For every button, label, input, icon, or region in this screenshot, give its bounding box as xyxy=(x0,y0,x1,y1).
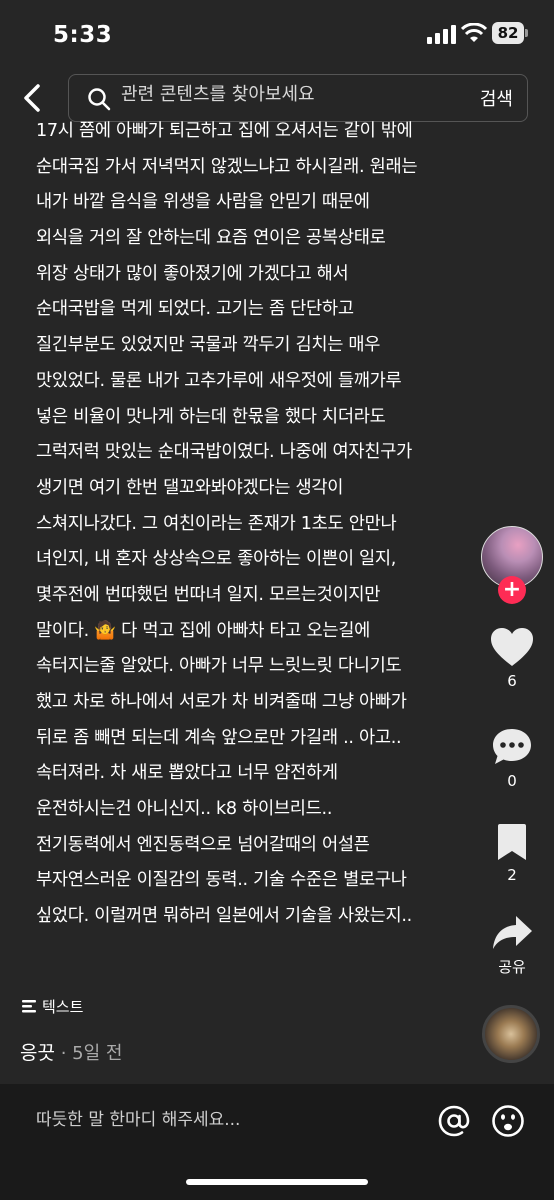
caption-line: 순대국밥을 먹게 되었다. 고기는 좀 단단하고 xyxy=(36,299,354,320)
caption-line: 했고 차로 하나에서 서로가 차 비켜줄때 그냥 아빠가 xyxy=(36,692,407,712)
search-icon xyxy=(88,88,111,111)
caption-line: 뒤로 좀 빼면 되는데 계속 앞으로만 가길래 .. 아고.. xyxy=(36,727,402,748)
status-time: 5:33 xyxy=(53,22,113,48)
caption-line: 넣은 비율이 맛나게 하는데 한몫을 했다 치더라도 xyxy=(36,406,386,427)
music-disc[interactable] xyxy=(482,1005,540,1063)
share-button[interactable]: 공유 xyxy=(478,914,546,977)
comment-bar xyxy=(0,1084,554,1160)
caption-line: 녀인지, 내 혼자 상상속으로 좋아하는 이쁜이 일지, xyxy=(36,549,397,570)
wifi-icon xyxy=(461,23,487,42)
mention-at-icon[interactable] xyxy=(437,1104,471,1138)
emoji-icon[interactable] xyxy=(491,1104,525,1138)
author-name[interactable]: 응끗 xyxy=(20,1042,55,1064)
post-type-label: 텍스트 xyxy=(42,998,84,1016)
bookmark-icon xyxy=(498,824,526,860)
cellular-signal-icon xyxy=(427,25,456,44)
caption-line: 내가 바깥 음식을 위생을 사람을 안믿기 때문에 xyxy=(36,192,370,213)
caption-line: 부자연스러운 이질감의 동력.. 기술 수준은 별로구나 xyxy=(36,870,407,891)
like-button[interactable]: 6 xyxy=(478,626,546,690)
caption-line: 17시 쯤에 아빠가 퇴근하고 집에 오셔서는 같이 밖에 xyxy=(36,121,413,141)
post-time: · 5일 전 xyxy=(54,1043,123,1064)
caption-line: 생기면 여기 한번 댈꼬와봐야겠다는 생각이 xyxy=(36,477,344,498)
caption-line: 운전하시는건 아니신지.. k8 하이브리드.. xyxy=(36,799,333,820)
caption-line: 전기동력에서 엔진동력으로 넘어갈때의 어설픈 xyxy=(36,834,370,855)
caption-line: 위장 상태가 많이 좋아졌기에 가겠다고 해서 xyxy=(36,263,349,284)
caption-line: 그럭저럭 맛있는 순대국밥이였다. 나중에 여자친구가 xyxy=(36,442,412,463)
caption-line: 스쳐지나갔다. 그 여친이라는 존재가 1초도 안만나 xyxy=(36,513,397,534)
caption-line: 순대국집 가서 저녁먹지 않겠느냐고 하시길래. 원래는 xyxy=(36,156,418,177)
caption-line: 속터져라. 차 새로 뽑았다고 너무 얌전하게 xyxy=(36,763,338,784)
caption-line: 외식을 거의 잘 안하는데 요즘 연이은 공복상태로 xyxy=(36,228,386,249)
bookmark-button[interactable]: 2 xyxy=(478,822,546,884)
caption-line: 몇주전에 번따했던 번따녀 일지. 모르는것이지만 xyxy=(36,584,381,605)
back-arrow-icon[interactable] xyxy=(18,82,48,114)
comment-bubble-icon xyxy=(493,729,531,764)
post-type-tag: 텍스트 xyxy=(22,996,83,1017)
follow-button[interactable]: + xyxy=(498,576,526,604)
heart-icon xyxy=(491,628,533,666)
like-count: 6 xyxy=(507,672,517,690)
status-bar: 5:33 82 xyxy=(0,0,554,70)
share-arrow-icon xyxy=(493,916,532,949)
home-indicator[interactable] xyxy=(186,1179,368,1185)
caption-line: 말이다. 🤷 다 먹고 집에 아빠차 타고 오는길에 xyxy=(36,620,371,641)
caption-line: 속터지는줄 알았다. 아빠가 너무 느릿느릿 다니기도 xyxy=(36,656,402,677)
search-input[interactable] xyxy=(121,84,451,105)
comment-count: 0 xyxy=(507,772,517,790)
text-lines-icon xyxy=(22,1000,36,1013)
caption-line: 질긴부분도 있었지만 국물과 깍두기 김치는 매우 xyxy=(36,335,381,356)
comment-button[interactable]: 0 xyxy=(478,726,546,790)
caption-line: 싶었다. 이럴꺼면 뭐하러 일본에서 기술을 사왔는지.. xyxy=(36,906,412,927)
search-button[interactable]: 검색 xyxy=(480,85,513,111)
battery-nub xyxy=(525,29,528,37)
post-caption: 17시 쯤에 아빠가 퇴근하고 집에 오셔서는 같이 밖에순대국집 가서 저녁먹… xyxy=(36,114,496,935)
caption-line: 맛있었다. 물론 내가 고추가루에 새우젓에 들깨가루 xyxy=(36,370,402,391)
comment-input[interactable] xyxy=(36,1110,396,1130)
share-label: 공유 xyxy=(498,958,526,976)
bookmark-count: 2 xyxy=(507,866,517,884)
author-row: 응끗 · 5일 전 xyxy=(20,1038,122,1065)
battery-indicator: 82 xyxy=(492,22,524,44)
